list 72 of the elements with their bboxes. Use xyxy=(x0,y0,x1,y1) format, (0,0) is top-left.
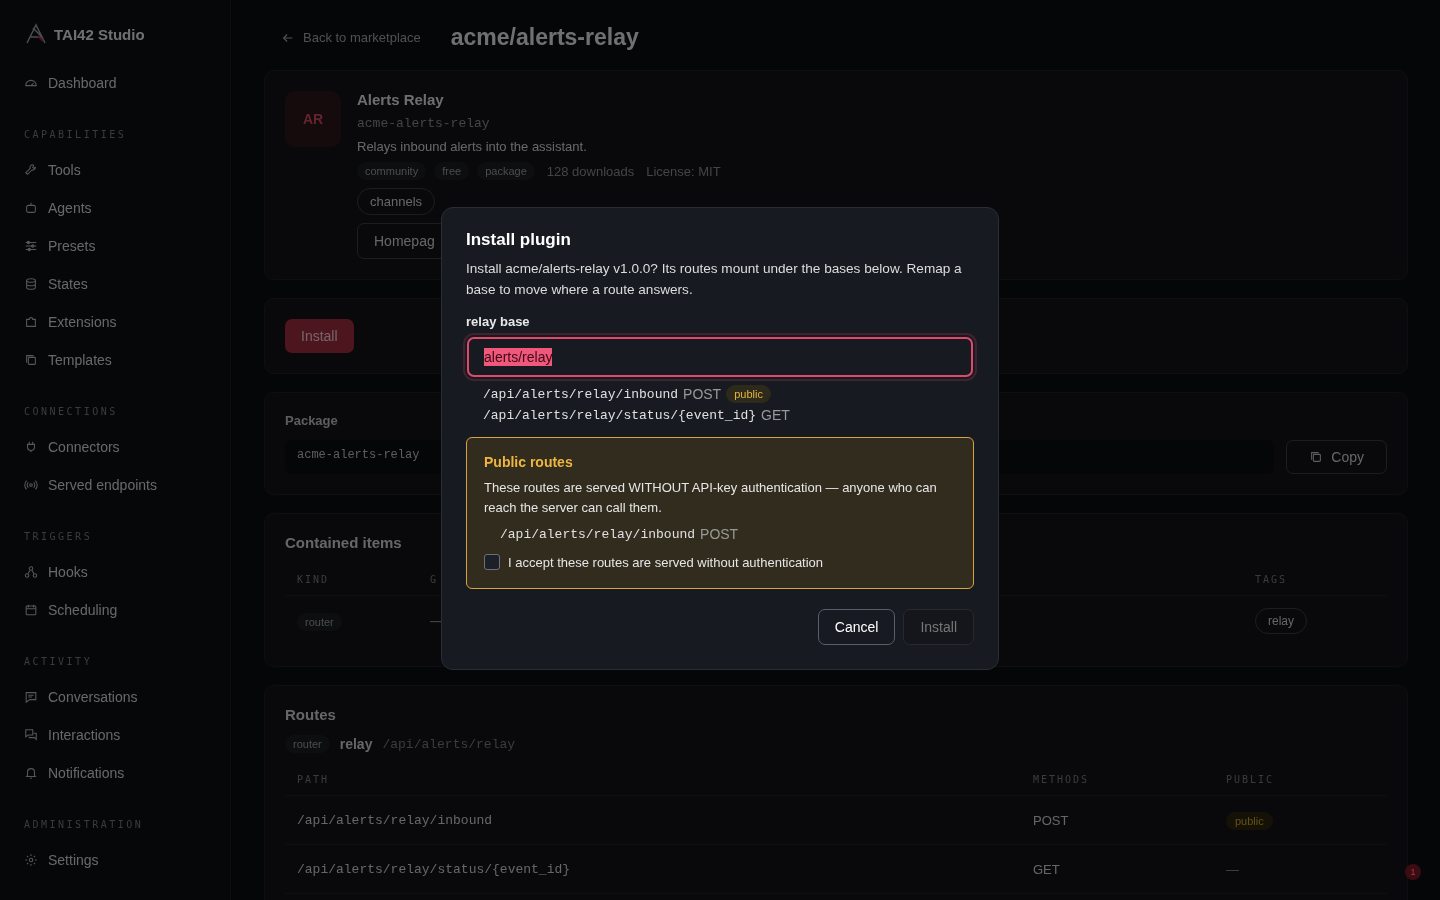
page-title: acme/alerts-relay xyxy=(450,24,639,51)
kind-chip: router xyxy=(285,735,330,753)
accept-label: I accept these routes are served without authentication xyxy=(508,554,824,570)
nav-item[interactable]: Tools xyxy=(24,151,81,189)
chat-icon xyxy=(24,690,38,704)
route-method: POST xyxy=(683,386,722,402)
table-cell: — xyxy=(1226,861,1239,877)
table-cell-text: /api/alerts/relay/status/{event_id} xyxy=(297,861,572,877)
nav-item[interactable]: Agents xyxy=(24,189,92,227)
plugin-slug: acme-alerts-relay xyxy=(357,116,491,131)
tag-chip: package xyxy=(477,162,535,180)
nav-item[interactable]: Templates xyxy=(24,341,112,379)
card-title: Routes xyxy=(285,706,336,723)
route-path: /api/alerts/relay/inbound xyxy=(500,526,696,542)
nav-item[interactable]: Scheduling xyxy=(24,591,118,629)
card-title: Contained items xyxy=(285,534,402,551)
nav-item[interactable]: Connectors xyxy=(24,428,120,466)
nav-item[interactable]: Interactions xyxy=(24,716,121,754)
wrench-icon xyxy=(24,163,38,177)
download-count: 128 downloads xyxy=(546,163,635,179)
nav-item[interactable]: Hooks xyxy=(24,553,88,591)
gear-icon xyxy=(24,853,38,867)
nav-item[interactable]: Dashboard xyxy=(24,64,117,102)
robot-icon xyxy=(24,201,38,215)
nav-item[interactable]: Served endpoints xyxy=(24,466,157,504)
public-badge: public xyxy=(726,385,771,403)
broadcast-icon xyxy=(24,478,38,492)
plug-icon xyxy=(24,440,38,454)
public-badge: public xyxy=(1226,811,1273,830)
warning-title: Public routes xyxy=(484,454,574,470)
tag-chip: free xyxy=(434,162,470,180)
dialog-description: Install acme/alerts-relay v1.0.0? Its routes mount under the bases below. Remap a base to move where a route answers. xyxy=(466,260,963,299)
table-cell-text: POST xyxy=(1033,812,1070,828)
install-button[interactable]: Install xyxy=(285,319,354,353)
bell-icon xyxy=(24,766,38,780)
copy-icon xyxy=(1309,450,1324,464)
plugin-description: Relays inbound alerts into the assistant. xyxy=(357,139,588,154)
nav-item[interactable]: States xyxy=(24,265,88,303)
route-path: /api/alerts/relay/inbound xyxy=(483,386,679,402)
hooks-icon xyxy=(24,565,38,579)
nav-item[interactable]: Notifications xyxy=(24,754,125,792)
license-text: License: MIT xyxy=(646,163,721,179)
kind-chip: router xyxy=(297,613,342,631)
router-name: relay xyxy=(339,736,373,752)
notification-badge: 1 xyxy=(1405,864,1421,880)
sliders-icon xyxy=(24,239,38,253)
chats-icon xyxy=(24,728,38,742)
nav-item[interactable]: Presets xyxy=(24,227,96,265)
package-label: Package xyxy=(285,413,338,428)
copy-icon xyxy=(24,353,38,367)
warning-text: These routes are served WITHOUT API-key authentication — anyone who can reach the server can call them. xyxy=(484,479,938,517)
table-cell-text: GET xyxy=(1033,861,1061,877)
accept-checkbox[interactable] xyxy=(484,554,500,570)
database-icon xyxy=(24,277,38,291)
dialog-title: Install plugin xyxy=(466,230,572,250)
brand-name: TAI42 Studio xyxy=(54,25,145,43)
nav-item[interactable]: Conversations xyxy=(24,678,138,716)
back-link[interactable]: Back to marketplace xyxy=(281,30,421,45)
route-method: POST xyxy=(700,526,739,542)
copy-button[interactable]: Copy xyxy=(1286,440,1387,474)
tag-chip: community xyxy=(357,162,427,180)
plugin-avatar: AR xyxy=(285,91,341,147)
field-label: relay base xyxy=(466,314,531,329)
nav-item[interactable]: Settings xyxy=(24,841,99,879)
calendar-icon xyxy=(24,603,38,617)
route-path: /api/alerts/relay/status/{event_id} xyxy=(483,407,757,423)
table-cell-text: /api/alerts/relay/inbound xyxy=(297,812,494,828)
route-method: GET xyxy=(761,407,790,423)
plugin-name: Alerts Relay xyxy=(357,91,445,108)
cancel-button[interactable]: Cancel xyxy=(817,609,896,645)
nav-item[interactable]: Extensions xyxy=(24,303,117,341)
logo-icon xyxy=(24,22,48,46)
